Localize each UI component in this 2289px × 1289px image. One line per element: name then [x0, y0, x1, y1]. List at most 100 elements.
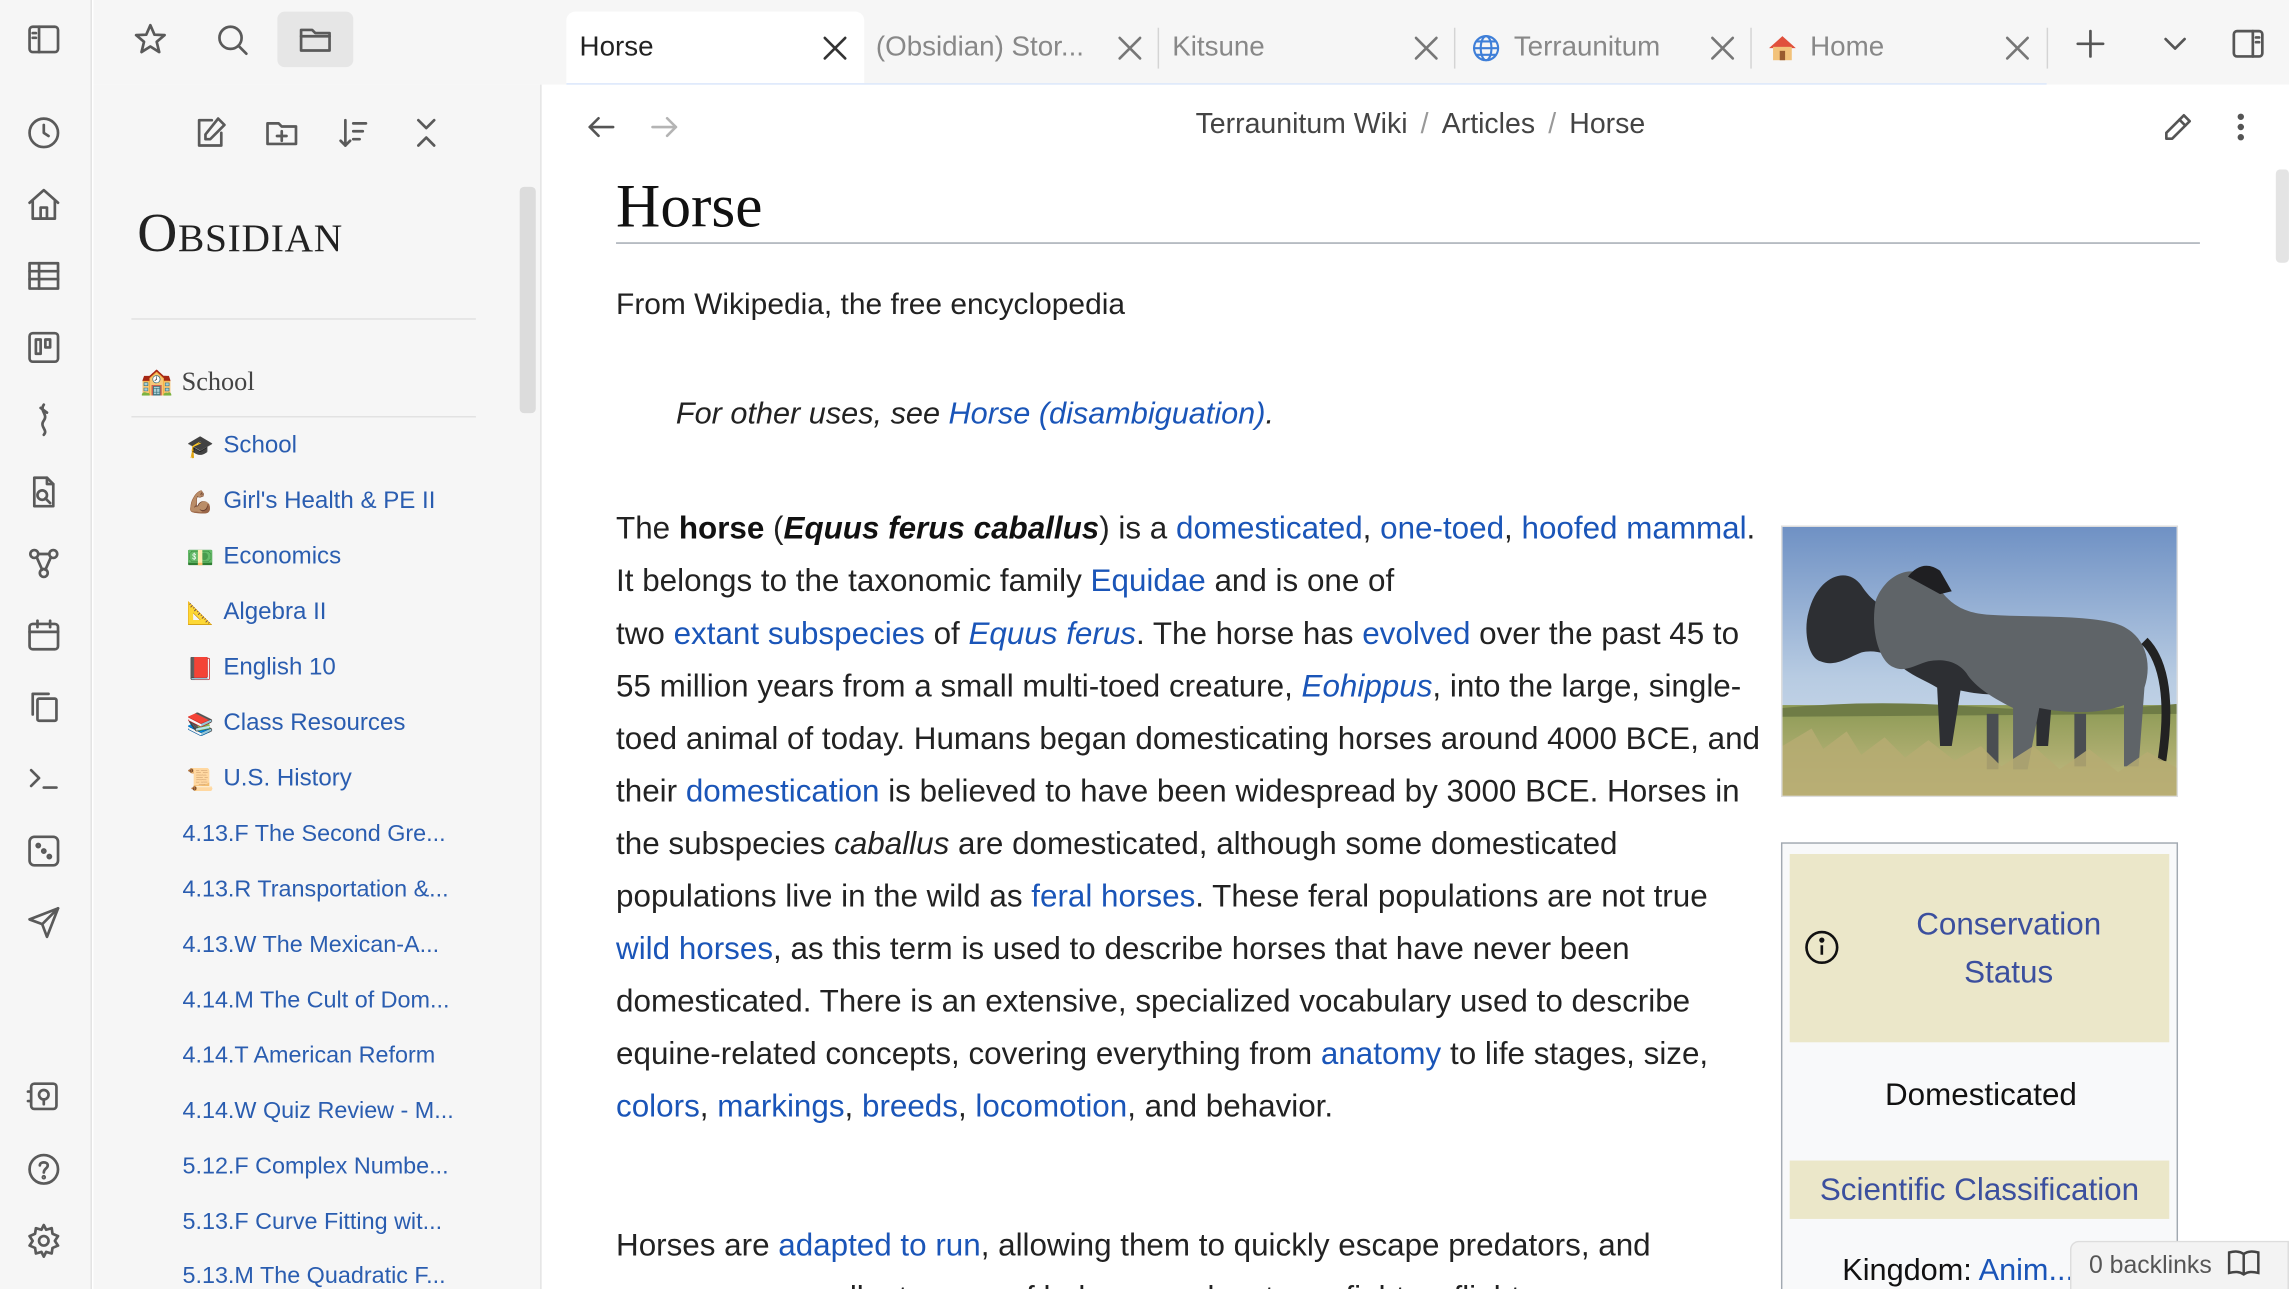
link-colors[interactable]: colors [616, 1089, 700, 1124]
link-anatomy[interactable]: anatomy [1321, 1036, 1441, 1071]
kingdom-label: Kingdom: [1842, 1253, 1979, 1288]
tree-item-school[interactable]: 🎓 School [187, 432, 297, 460]
send-icon[interactable] [16, 895, 71, 950]
link-extant-subspecies[interactable]: extant subspecies [674, 616, 925, 651]
copy-icon[interactable] [16, 679, 71, 734]
more-options-icon[interactable] [2217, 104, 2264, 151]
file-explorer-folder-icon[interactable] [277, 11, 354, 68]
tab-home[interactable]: Home [1752, 12, 2047, 85]
toggle-right-sidebar-icon[interactable] [2222, 18, 2275, 71]
breadcrumb-separator: / [1420, 108, 1429, 141]
file-item[interactable]: 4.13.F The Second Gre... [182, 822, 445, 848]
kingdom-link[interactable]: Anim... [1979, 1254, 2074, 1288]
link-markings[interactable]: markings [717, 1089, 844, 1124]
link-hoofed[interactable]: hoofed [1521, 511, 1617, 546]
info-circle-icon[interactable] [1803, 928, 1841, 966]
forward-arrow-icon[interactable] [641, 104, 688, 151]
link-adapted-to-run[interactable]: adapted to run [778, 1228, 980, 1263]
tree-item-label: School [223, 432, 298, 459]
house-icon [1766, 32, 1798, 64]
sort-order-icon[interactable] [327, 107, 380, 160]
tab-horse[interactable]: Horse [566, 11, 865, 85]
triangle-ruler-icon: 📐 [186, 600, 215, 626]
folder-school[interactable]: 🏫 School [140, 366, 255, 397]
file-search-icon[interactable] [16, 464, 71, 519]
tree-item-label: Class Resources [223, 709, 406, 736]
link-domesticated[interactable]: domesticated [1176, 511, 1363, 546]
sidebar-scrollbar[interactable] [519, 186, 536, 414]
edit-pencil-icon[interactable] [2155, 104, 2202, 151]
tab-close-icon[interactable] [1112, 31, 1147, 66]
new-folder-icon[interactable] [255, 107, 308, 160]
infobox: Conservation Status Domesticated Scienti… [1780, 842, 2179, 1289]
back-arrow-icon[interactable] [578, 104, 625, 151]
new-note-icon[interactable] [184, 107, 237, 160]
home-icon[interactable] [16, 177, 71, 232]
file-item[interactable]: 4.13.W The Mexican-A... [182, 933, 439, 959]
tab-close-icon[interactable] [1409, 31, 1444, 66]
link-eohippus[interactable]: Eohippus [1302, 669, 1433, 704]
conservation-heading: Conservation Status [1916, 906, 2102, 990]
link-locomotion[interactable]: locomotion [975, 1089, 1127, 1124]
file-item[interactable]: 4.14.W Quiz Review - M... [182, 1099, 453, 1125]
terminal-icon[interactable] [16, 750, 71, 805]
file-item[interactable]: 4.14.T American Reform [182, 1044, 435, 1070]
tab-obsidian-story[interactable]: (Obsidian) Stor... [864, 12, 1159, 85]
file-item[interactable]: 5.12.F Complex Numbe... [182, 1155, 448, 1181]
backlinks-count: 0 backlinks [2088, 1251, 2212, 1279]
link-equus-ferus[interactable]: Equus ferus [968, 616, 1135, 651]
open-book-icon [2226, 1244, 2261, 1286]
tab-close-icon[interactable] [1705, 31, 1740, 66]
link-mammal[interactable]: mammal [1626, 511, 1746, 546]
search-icon[interactable] [203, 12, 261, 67]
link-evolved[interactable]: evolved [1362, 616, 1470, 651]
graph-view-icon[interactable] [16, 536, 71, 591]
help-icon[interactable] [16, 1142, 71, 1197]
file-item[interactable]: 4.14.M The Cult of Dom... [182, 988, 449, 1014]
clock-icon[interactable] [16, 105, 71, 160]
file-item[interactable]: 4.13.R Transportation &... [182, 877, 448, 903]
vault-icon[interactable] [16, 1069, 71, 1124]
link-breeds[interactable]: breeds [862, 1089, 958, 1124]
link-equidae[interactable]: Equidae [1091, 563, 1206, 598]
kanban-icon[interactable] [16, 320, 71, 375]
link-feral-horses[interactable]: feral horses [1031, 879, 1195, 914]
file-item[interactable]: 5.13.F Curve Fitting wit... [182, 1210, 442, 1236]
backlinks-status[interactable]: 0 backlinks [2069, 1240, 2289, 1289]
dice-icon[interactable] [16, 823, 71, 878]
tree-item-class-resources[interactable]: 📚 Class Resources [187, 709, 406, 737]
content-scrollbar[interactable] [2275, 169, 2289, 263]
tab-close-icon[interactable] [817, 31, 852, 66]
hatnote: For other uses, see Horse (disambiguatio… [676, 397, 1274, 432]
settings-gear-icon[interactable] [16, 1213, 71, 1268]
tree-item-economics[interactable]: 💵 Economics [187, 543, 341, 571]
table-icon[interactable] [16, 248, 71, 303]
breadcrumb-segment[interactable]: Articles [1442, 108, 1535, 142]
link-domestication[interactable]: domestication [686, 774, 880, 809]
tree-item-girls-health[interactable]: 💪🏽 Girl's Health & PE II [187, 488, 436, 516]
vault-name[interactable]: Obsidian [137, 201, 343, 265]
link-wild-horses[interactable]: wild horses [616, 931, 773, 966]
link-one-toed[interactable]: one-toed [1380, 511, 1504, 546]
new-tab-plus-icon[interactable] [2064, 18, 2117, 71]
tree-item-label: English 10 [223, 653, 336, 681]
collapse-all-icon[interactable] [400, 107, 453, 160]
disambiguation-link[interactable]: Horse (disambiguation) [949, 397, 1266, 431]
excalidraw-icon[interactable] [16, 391, 71, 446]
scroll-icon: 📜 [186, 767, 215, 792]
tab-terraunitum[interactable]: Terraunitum [1455, 12, 1751, 85]
tab-kitsune[interactable]: Kitsune [1159, 12, 1455, 85]
file-item[interactable]: 5.13.M The Quadratic F... [182, 1264, 445, 1289]
breadcrumb-segment[interactable]: Terraunitum Wiki [1196, 108, 1408, 142]
tab-close-icon[interactable] [2000, 31, 2035, 66]
tab-list-chevron-down-icon[interactable] [2149, 18, 2202, 71]
books-icon: 📚 [186, 711, 215, 737]
toggle-sidebar-icon[interactable] [16, 12, 71, 67]
breadcrumb-segment[interactable]: Horse [1569, 108, 1645, 142]
tree-item-english[interactable]: 📕 English 10 [187, 654, 336, 682]
calendar-icon[interactable] [16, 607, 71, 662]
intro-paragraph: The horse (Equus ferus caballus) is a do… [616, 510, 1761, 1125]
tree-item-us-history[interactable]: 📜 U.S. History [187, 765, 352, 793]
tree-item-algebra[interactable]: 📐 Algebra II [187, 599, 327, 627]
bookmarks-star-icon[interactable] [121, 12, 179, 67]
